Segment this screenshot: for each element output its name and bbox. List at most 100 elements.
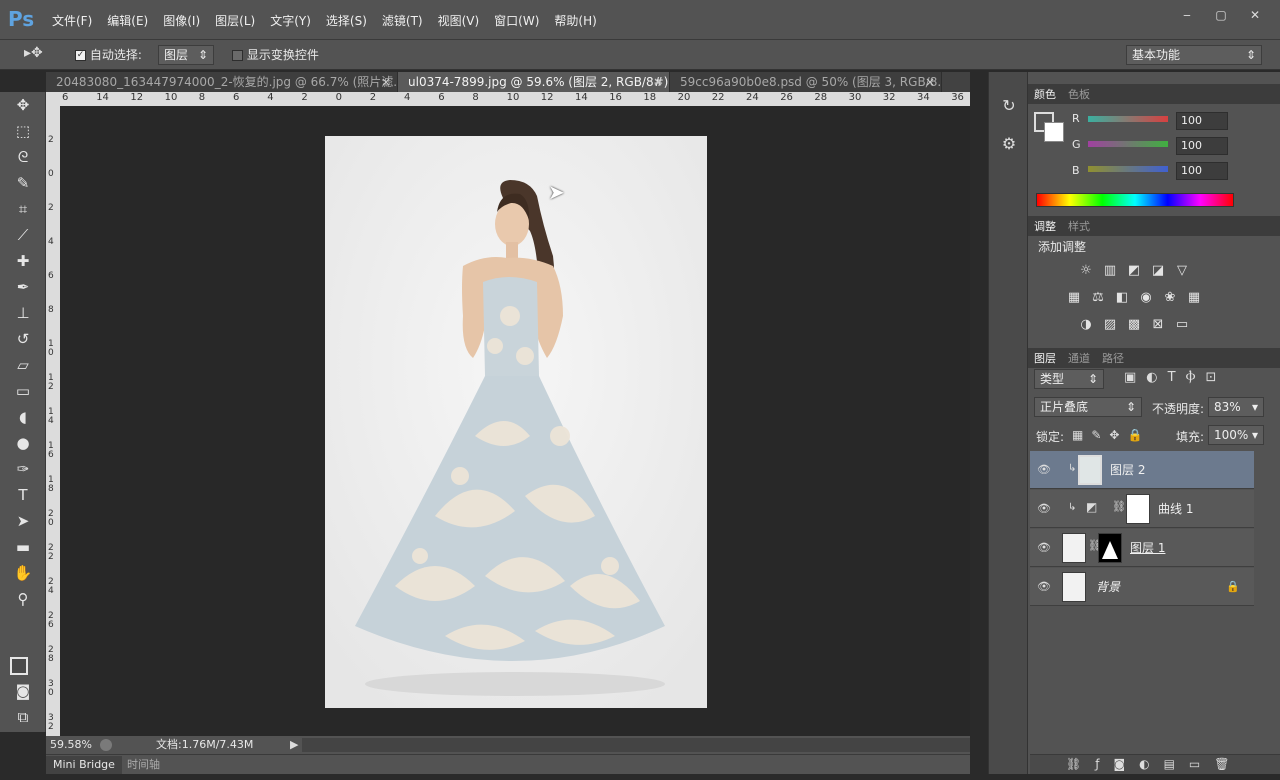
show-transform-toggle[interactable]: 显示变换控件 — [232, 46, 319, 63]
quick-mask-icon[interactable]: ◙ — [0, 678, 46, 704]
brightness-icon[interactable]: ☼ — [1076, 263, 1096, 279]
value-b[interactable]: 100 — [1176, 162, 1228, 180]
slider-g[interactable] — [1088, 141, 1168, 147]
zoom-tool-icon[interactable]: ⚲ — [0, 586, 46, 612]
properties-panel-icon[interactable]: ⚙ — [997, 134, 1021, 158]
opacity-input[interactable]: 83% ▾ — [1208, 397, 1264, 417]
pen-tool-icon[interactable]: ✑ — [0, 456, 46, 482]
zoom-level[interactable]: 59.58% — [50, 736, 92, 754]
tab-swatches[interactable]: 色板 — [1068, 86, 1090, 102]
tab-styles[interactable]: 样式 — [1068, 218, 1090, 234]
maximize-button[interactable]: ▢ — [1206, 6, 1236, 24]
levels-icon[interactable]: ▥ — [1100, 263, 1120, 279]
minimize-button[interactable]: ‒ — [1172, 6, 1202, 24]
foreground-color-swatch[interactable] — [10, 657, 28, 675]
marquee-tool-icon[interactable]: ⬚ — [0, 118, 46, 144]
shape-tool-icon[interactable]: ▬ — [0, 534, 46, 560]
layer-row-layer1[interactable]: 👁 ⛓ 图层 1 — [1030, 529, 1254, 567]
blur-tool-icon[interactable]: ◖ — [0, 404, 46, 430]
balance-icon[interactable]: ⚖ — [1088, 290, 1108, 306]
close-button[interactable]: ✕ — [1240, 6, 1270, 24]
hand-tool-icon[interactable]: ✋ — [0, 560, 46, 586]
eyedropper-tool-icon[interactable]: ⟋ — [0, 222, 46, 248]
close-tab-icon[interactable]: × — [925, 72, 935, 92]
document-canvas[interactable] — [325, 136, 707, 708]
value-g[interactable]: 100 — [1176, 137, 1228, 155]
visibility-eye-icon[interactable]: 👁 — [1036, 541, 1052, 555]
tab-adjustments[interactable]: 调整 — [1034, 218, 1056, 234]
blend-mode-dropdown[interactable]: 正片叠底 ⇕ — [1034, 397, 1142, 417]
mixer-icon[interactable]: ❀ — [1160, 290, 1180, 306]
exposure-icon[interactable]: ◪ — [1148, 263, 1168, 279]
fill-input[interactable]: 100% ▾ — [1208, 425, 1264, 445]
slider-b[interactable] — [1088, 166, 1168, 172]
history-panel-icon[interactable]: ↻ — [997, 96, 1021, 120]
posterize-icon[interactable]: ▨ — [1100, 317, 1120, 333]
menu-view[interactable]: 视图(V) — [438, 12, 480, 29]
visibility-eye-icon[interactable]: 👁 — [1036, 502, 1052, 516]
layer-name[interactable]: 图层 2 — [1110, 451, 1145, 489]
color-bg-swatch[interactable] — [1044, 122, 1064, 142]
horizontal-scrollbar[interactable] — [302, 738, 970, 752]
bw-icon[interactable]: ◧ — [1112, 290, 1132, 306]
brush-tool-icon[interactable]: ✒ — [0, 274, 46, 300]
gradient-map-icon[interactable]: ▭ — [1172, 317, 1192, 333]
layer-filter-dropdown[interactable]: 类型 ⇕ — [1034, 369, 1104, 389]
tab-color[interactable]: 颜色 — [1034, 86, 1056, 102]
layer-row-background[interactable]: 👁 背景 🔒 — [1030, 568, 1254, 606]
auto-select-toggle[interactable]: ✓ 自动选择: — [75, 46, 142, 63]
status-menu-arrow-icon[interactable]: ▶ — [290, 736, 298, 754]
vibrance-icon[interactable]: ▦ — [1064, 290, 1084, 306]
triangle-icon[interactable]: ▽ — [1172, 263, 1192, 279]
photo-filter-icon[interactable]: ◉ — [1136, 290, 1156, 306]
auto-select-checkbox[interactable]: ✓ — [75, 50, 86, 61]
threshold-icon[interactable]: ▩ — [1124, 317, 1144, 333]
tab-mini-bridge[interactable]: Mini Bridge — [46, 756, 122, 774]
tab-timeline[interactable]: 时间轴 — [120, 756, 167, 774]
menu-edit[interactable]: 编辑(E) — [107, 12, 148, 29]
menu-window[interactable]: 窗口(W) — [494, 12, 539, 29]
lock-icons[interactable]: ▦✎✥🔒 — [1072, 428, 1150, 442]
menu-type[interactable]: 文字(Y) — [270, 12, 311, 29]
curves-icon[interactable]: ◩ — [1124, 263, 1144, 279]
menu-help[interactable]: 帮助(H) — [554, 12, 596, 29]
gradient-tool-icon[interactable]: ▭ — [0, 378, 46, 404]
selective-icon[interactable]: ⊠ — [1148, 317, 1168, 333]
eraser-tool-icon[interactable]: ▱ — [0, 352, 46, 378]
move-tool-icon[interactable]: ▸✥ — [24, 45, 43, 61]
slider-r[interactable] — [1088, 116, 1168, 122]
lasso-tool-icon[interactable]: ᘓ — [0, 144, 46, 170]
layer-name[interactable]: 图层 1 — [1130, 529, 1165, 567]
invert-icon[interactable]: ◑ — [1076, 317, 1096, 333]
value-r[interactable]: 100 — [1176, 112, 1228, 130]
close-tab-icon[interactable]: × — [381, 72, 391, 92]
menu-file[interactable]: 文件(F) — [52, 12, 92, 29]
menu-image[interactable]: 图像(I) — [163, 12, 200, 29]
tab-doc-3[interactable]: 59cc96a90b0e8.psd @ 50% (图层 3, RGB/8... × — [670, 72, 942, 92]
history-brush-icon[interactable]: ↺ — [0, 326, 46, 352]
tab-channels[interactable]: 通道 — [1068, 350, 1090, 366]
menu-filter[interactable]: 滤镜(T) — [382, 12, 423, 29]
healing-tool-icon[interactable]: ✚ — [0, 248, 46, 274]
color-spectrum-bar[interactable] — [1036, 193, 1234, 207]
tab-doc-1[interactable]: 20483080_163447974000_2-恢复的.jpg @ 66.7% … — [46, 72, 398, 92]
lookup-icon[interactable]: ▦ — [1184, 290, 1204, 306]
tab-paths[interactable]: 路径 — [1102, 350, 1124, 366]
close-tab-icon[interactable]: × — [653, 72, 663, 92]
layer-filter-icons[interactable]: ▣◐TⲪ⊡ — [1124, 370, 1226, 385]
tab-doc-2[interactable]: ul0374-7899.jpg @ 59.6% (图层 2, RGB/8#) *… — [398, 72, 670, 92]
workspace-dropdown[interactable]: 基本功能 ⇕ — [1126, 45, 1262, 65]
layer-name[interactable]: 背景 — [1096, 568, 1120, 606]
layer-name[interactable]: 曲线 1 — [1158, 490, 1193, 528]
type-tool-icon[interactable]: T — [0, 482, 46, 508]
visibility-eye-icon[interactable]: 👁 — [1036, 580, 1052, 594]
stamp-tool-icon[interactable]: ⊥ — [0, 300, 46, 326]
tab-layers[interactable]: 图层 — [1034, 350, 1056, 366]
quick-select-tool-icon[interactable]: ✎ — [0, 170, 46, 196]
show-transform-checkbox[interactable] — [232, 50, 243, 61]
move-tool-icon[interactable]: ✥ — [0, 92, 46, 118]
layer-action-icons[interactable]: ⛓ƒ◙◐▤▭🗑 — [1066, 757, 1243, 771]
layer-row-layer2[interactable]: 👁 ↳ 图层 2 — [1030, 451, 1254, 489]
menu-select[interactable]: 选择(S) — [326, 12, 367, 29]
auto-select-target-dropdown[interactable]: 图层 ⇕ — [158, 45, 214, 65]
